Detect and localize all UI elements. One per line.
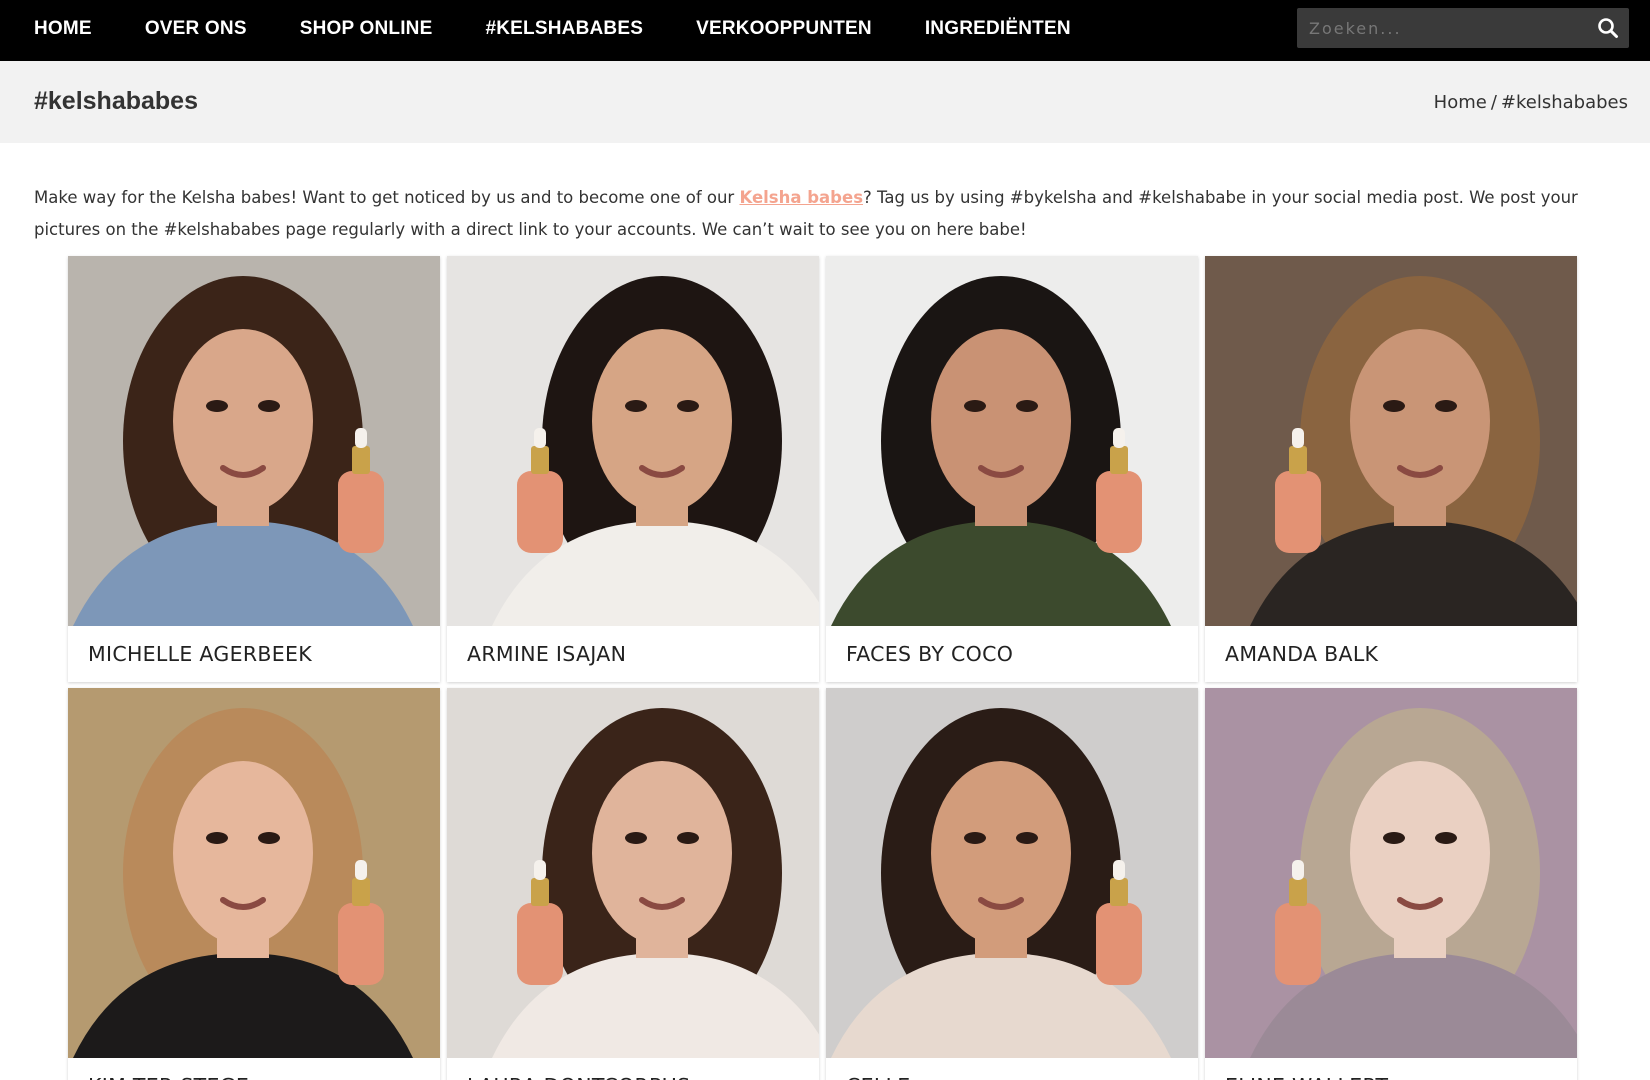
intro-paragraph: Make way for the Kelsha babes! Want to g… <box>34 182 1630 246</box>
babes-grid: MICHELLE AGERBEEK ARMINE ISAJAN FACES BY C… <box>68 256 1580 1080</box>
babe-name[interactable]: KIM TER STEGE <box>68 1058 440 1080</box>
search-icon[interactable] <box>1597 17 1619 39</box>
babe-photo-illustration <box>826 256 1198 626</box>
babe-card[interactable]: FACES BY COCO <box>826 256 1198 682</box>
babe-photo[interactable] <box>68 256 440 626</box>
babe-name[interactable]: LAURA DONTCORPUS <box>447 1058 819 1080</box>
babe-name[interactable]: ARMINE ISAJAN <box>447 626 819 682</box>
babe-name[interactable]: MICHELLE AGERBEEK <box>68 626 440 682</box>
babe-name[interactable]: CELLE <box>826 1058 1198 1080</box>
babe-photo[interactable] <box>1205 256 1577 626</box>
babe-card[interactable]: KIM TER STEGE <box>68 688 440 1080</box>
babe-photo[interactable] <box>68 688 440 1058</box>
babe-photo-illustration <box>447 688 819 1058</box>
top-navbar: HOME OVER ONS SHOP ONLINE #KELSHABABES V… <box>0 0 1650 61</box>
babe-photo-illustration <box>1205 256 1577 626</box>
page-header: #kelshababes Home / #kelshababes <box>0 61 1650 143</box>
breadcrumb: Home / #kelshababes <box>1434 92 1628 113</box>
babe-photo[interactable] <box>1205 688 1577 1058</box>
nav-item-verkooppunten[interactable]: VERKOOPPUNTEN <box>696 18 872 40</box>
babe-photo-illustration <box>68 688 440 1058</box>
babe-photo-illustration <box>826 688 1198 1058</box>
breadcrumb-home-link[interactable]: Home <box>1434 92 1487 113</box>
search-input[interactable] <box>1297 8 1587 48</box>
babe-photo[interactable] <box>447 256 819 626</box>
babe-card[interactable]: ARMINE ISAJAN <box>447 256 819 682</box>
nav-item-ingredienten[interactable]: INGREDIËNTEN <box>925 18 1071 40</box>
page-title: #kelshababes <box>34 87 198 115</box>
babe-name[interactable]: ELINE WALLERT <box>1205 1058 1577 1080</box>
babe-card[interactable]: CELLE <box>826 688 1198 1080</box>
intro-text-start: Make way for the Kelsha babes! Want to g… <box>34 188 740 207</box>
babe-photo[interactable] <box>447 688 819 1058</box>
babe-photo[interactable] <box>826 688 1198 1058</box>
babe-name[interactable]: FACES BY COCO <box>826 626 1198 682</box>
nav-item-kelshababes[interactable]: #KELSHABABES <box>485 18 643 40</box>
babe-name[interactable]: AMANDA BALK <box>1205 626 1577 682</box>
babe-card[interactable]: AMANDA BALK <box>1205 256 1577 682</box>
babe-card[interactable]: LAURA DONTCORPUS <box>447 688 819 1080</box>
nav-item-over-ons[interactable]: OVER ONS <box>145 18 247 40</box>
breadcrumb-current: #kelshababes <box>1500 92 1628 113</box>
babe-card[interactable]: ELINE WALLERT <box>1205 688 1577 1080</box>
babe-photo-illustration <box>68 256 440 626</box>
kelsha-babes-link[interactable]: Kelsha babes <box>739 188 863 207</box>
main-nav: HOME OVER ONS SHOP ONLINE #KELSHABABES V… <box>34 0 1124 58</box>
babe-photo-illustration <box>447 256 819 626</box>
breadcrumb-separator: / <box>1490 92 1497 113</box>
nav-item-shop-online[interactable]: SHOP ONLINE <box>300 18 433 40</box>
nav-item-home[interactable]: HOME <box>34 18 92 40</box>
babe-card[interactable]: MICHELLE AGERBEEK <box>68 256 440 682</box>
babe-photo-illustration <box>1205 688 1577 1058</box>
babe-photo[interactable] <box>826 256 1198 626</box>
search-box <box>1297 8 1629 48</box>
